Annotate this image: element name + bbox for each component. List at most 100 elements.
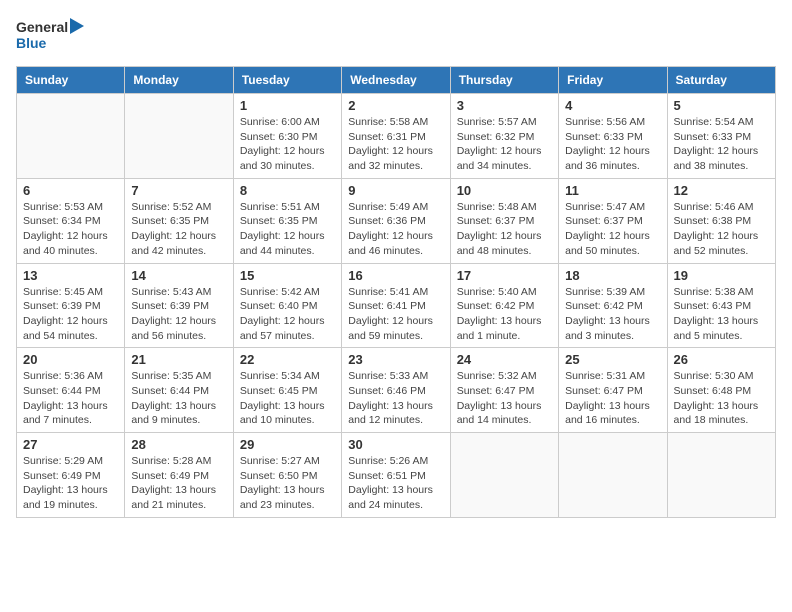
day-number: 24 bbox=[457, 352, 552, 367]
day-info: Sunrise: 5:42 AM Sunset: 6:40 PM Dayligh… bbox=[240, 285, 335, 344]
day-number: 20 bbox=[23, 352, 118, 367]
day-header-tuesday: Tuesday bbox=[233, 67, 341, 94]
calendar-cell: 16 Sunrise: 5:41 AM Sunset: 6:41 PM Dayli… bbox=[342, 263, 450, 348]
day-number: 1 bbox=[240, 98, 335, 113]
day-number: 5 bbox=[674, 98, 769, 113]
calendar-week-row: 13 Sunrise: 5:45 AM Sunset: 6:39 PM Dayli… bbox=[17, 263, 776, 348]
day-number: 9 bbox=[348, 183, 443, 198]
calendar-cell: 2 Sunrise: 5:58 AM Sunset: 6:31 PM Daylig… bbox=[342, 94, 450, 179]
day-info: Sunrise: 5:47 AM Sunset: 6:37 PM Dayligh… bbox=[565, 200, 660, 259]
day-info: Sunrise: 5:36 AM Sunset: 6:44 PM Dayligh… bbox=[23, 369, 118, 428]
calendar-cell: 5 Sunrise: 5:54 AM Sunset: 6:33 PM Daylig… bbox=[667, 94, 775, 179]
day-number: 28 bbox=[131, 437, 226, 452]
day-header-thursday: Thursday bbox=[450, 67, 558, 94]
calendar-cell: 15 Sunrise: 5:42 AM Sunset: 6:40 PM Dayli… bbox=[233, 263, 341, 348]
calendar-cell bbox=[17, 94, 125, 179]
day-number: 22 bbox=[240, 352, 335, 367]
day-info: Sunrise: 5:48 AM Sunset: 6:37 PM Dayligh… bbox=[457, 200, 552, 259]
calendar-cell: 24 Sunrise: 5:32 AM Sunset: 6:47 PM Dayli… bbox=[450, 348, 558, 433]
calendar-table: SundayMondayTuesdayWednesdayThursdayFrid… bbox=[16, 66, 776, 518]
day-info: Sunrise: 5:30 AM Sunset: 6:48 PM Dayligh… bbox=[674, 369, 769, 428]
calendar-cell: 17 Sunrise: 5:40 AM Sunset: 6:42 PM Dayli… bbox=[450, 263, 558, 348]
calendar-cell: 12 Sunrise: 5:46 AM Sunset: 6:38 PM Dayli… bbox=[667, 178, 775, 263]
page-header: GeneralBlue bbox=[16, 16, 776, 54]
calendar-cell: 22 Sunrise: 5:34 AM Sunset: 6:45 PM Dayli… bbox=[233, 348, 341, 433]
calendar-cell: 20 Sunrise: 5:36 AM Sunset: 6:44 PM Dayli… bbox=[17, 348, 125, 433]
calendar-cell: 10 Sunrise: 5:48 AM Sunset: 6:37 PM Dayli… bbox=[450, 178, 558, 263]
day-info: Sunrise: 5:28 AM Sunset: 6:49 PM Dayligh… bbox=[131, 454, 226, 513]
day-number: 13 bbox=[23, 268, 118, 283]
svg-text:General: General bbox=[16, 19, 68, 35]
day-number: 26 bbox=[674, 352, 769, 367]
calendar-cell bbox=[559, 433, 667, 518]
day-number: 17 bbox=[457, 268, 552, 283]
calendar-cell: 8Sunrise: 5:51 AM Sunset: 6:35 PM Daylig… bbox=[233, 178, 341, 263]
calendar-cell: 28 Sunrise: 5:28 AM Sunset: 6:49 PM Dayli… bbox=[125, 433, 233, 518]
day-number: 14 bbox=[131, 268, 226, 283]
day-number: 30 bbox=[348, 437, 443, 452]
calendar-week-row: 27 Sunrise: 5:29 AM Sunset: 6:49 PM Dayli… bbox=[17, 433, 776, 518]
day-number: 4 bbox=[565, 98, 660, 113]
day-info: Sunrise: 5:41 AM Sunset: 6:41 PM Dayligh… bbox=[348, 285, 443, 344]
calendar-cell: 11Sunrise: 5:47 AM Sunset: 6:37 PM Dayli… bbox=[559, 178, 667, 263]
day-info: Sunrise: 5:33 AM Sunset: 6:46 PM Dayligh… bbox=[348, 369, 443, 428]
day-number: 16 bbox=[348, 268, 443, 283]
calendar-cell: 4Sunrise: 5:56 AM Sunset: 6:33 PM Daylig… bbox=[559, 94, 667, 179]
logo: GeneralBlue bbox=[16, 16, 86, 54]
calendar-cell: 30 Sunrise: 5:26 AM Sunset: 6:51 PM Dayli… bbox=[342, 433, 450, 518]
day-info: Sunrise: 5:27 AM Sunset: 6:50 PM Dayligh… bbox=[240, 454, 335, 513]
day-info: Sunrise: 5:40 AM Sunset: 6:42 PM Dayligh… bbox=[457, 285, 552, 344]
calendar-cell: 29 Sunrise: 5:27 AM Sunset: 6:50 PM Dayli… bbox=[233, 433, 341, 518]
calendar-cell: 14 Sunrise: 5:43 AM Sunset: 6:39 PM Dayli… bbox=[125, 263, 233, 348]
day-info: Sunrise: 5:45 AM Sunset: 6:39 PM Dayligh… bbox=[23, 285, 118, 344]
calendar-cell bbox=[667, 433, 775, 518]
day-header-monday: Monday bbox=[125, 67, 233, 94]
day-info: Sunrise: 5:38 AM Sunset: 6:43 PM Dayligh… bbox=[674, 285, 769, 344]
calendar-cell: 6 Sunrise: 5:53 AM Sunset: 6:34 PM Daylig… bbox=[17, 178, 125, 263]
day-info: Sunrise: 5:31 AM Sunset: 6:47 PM Dayligh… bbox=[565, 369, 660, 428]
calendar-cell bbox=[450, 433, 558, 518]
day-header-wednesday: Wednesday bbox=[342, 67, 450, 94]
calendar-cell: 18 Sunrise: 5:39 AM Sunset: 6:42 PM Dayli… bbox=[559, 263, 667, 348]
day-info: Sunrise: 5:29 AM Sunset: 6:49 PM Dayligh… bbox=[23, 454, 118, 513]
day-number: 12 bbox=[674, 183, 769, 198]
day-number: 27 bbox=[23, 437, 118, 452]
calendar-cell: 19 Sunrise: 5:38 AM Sunset: 6:43 PM Dayli… bbox=[667, 263, 775, 348]
day-number: 21 bbox=[131, 352, 226, 367]
day-info: Sunrise: 5:53 AM Sunset: 6:34 PM Dayligh… bbox=[23, 200, 118, 259]
day-number: 6 bbox=[23, 183, 118, 198]
calendar-cell: 7 Sunrise: 5:52 AM Sunset: 6:35 PM Daylig… bbox=[125, 178, 233, 263]
day-number: 18 bbox=[565, 268, 660, 283]
day-number: 19 bbox=[674, 268, 769, 283]
day-info: Sunrise: 5:49 AM Sunset: 6:36 PM Dayligh… bbox=[348, 200, 443, 259]
day-info: Sunrise: 5:35 AM Sunset: 6:44 PM Dayligh… bbox=[131, 369, 226, 428]
day-number: 3 bbox=[457, 98, 552, 113]
day-info: Sunrise: 5:34 AM Sunset: 6:45 PM Dayligh… bbox=[240, 369, 335, 428]
day-number: 15 bbox=[240, 268, 335, 283]
calendar-cell: 9 Sunrise: 5:49 AM Sunset: 6:36 PM Daylig… bbox=[342, 178, 450, 263]
day-info: Sunrise: 5:54 AM Sunset: 6:33 PM Dayligh… bbox=[674, 115, 769, 174]
day-info: Sunrise: 5:52 AM Sunset: 6:35 PM Dayligh… bbox=[131, 200, 226, 259]
day-info: Sunrise: 5:58 AM Sunset: 6:31 PM Dayligh… bbox=[348, 115, 443, 174]
day-number: 29 bbox=[240, 437, 335, 452]
calendar-cell: 26 Sunrise: 5:30 AM Sunset: 6:48 PM Dayli… bbox=[667, 348, 775, 433]
day-info: Sunrise: 5:46 AM Sunset: 6:38 PM Dayligh… bbox=[674, 200, 769, 259]
calendar-week-row: 1Sunrise: 6:00 AM Sunset: 6:30 PM Daylig… bbox=[17, 94, 776, 179]
calendar-cell: 21 Sunrise: 5:35 AM Sunset: 6:44 PM Dayli… bbox=[125, 348, 233, 433]
calendar-cell: 25Sunrise: 5:31 AM Sunset: 6:47 PM Dayli… bbox=[559, 348, 667, 433]
day-info: Sunrise: 5:39 AM Sunset: 6:42 PM Dayligh… bbox=[565, 285, 660, 344]
day-info: Sunrise: 5:43 AM Sunset: 6:39 PM Dayligh… bbox=[131, 285, 226, 344]
calendar-week-row: 20 Sunrise: 5:36 AM Sunset: 6:44 PM Dayli… bbox=[17, 348, 776, 433]
day-number: 23 bbox=[348, 352, 443, 367]
calendar-cell: 1Sunrise: 6:00 AM Sunset: 6:30 PM Daylig… bbox=[233, 94, 341, 179]
day-info: Sunrise: 5:32 AM Sunset: 6:47 PM Dayligh… bbox=[457, 369, 552, 428]
calendar-cell: 13 Sunrise: 5:45 AM Sunset: 6:39 PM Dayli… bbox=[17, 263, 125, 348]
calendar-cell: 23 Sunrise: 5:33 AM Sunset: 6:46 PM Dayli… bbox=[342, 348, 450, 433]
svg-text:Blue: Blue bbox=[16, 35, 47, 51]
calendar-cell: 27 Sunrise: 5:29 AM Sunset: 6:49 PM Dayli… bbox=[17, 433, 125, 518]
day-number: 7 bbox=[131, 183, 226, 198]
day-info: Sunrise: 5:51 AM Sunset: 6:35 PM Dayligh… bbox=[240, 200, 335, 259]
day-info: Sunrise: 5:26 AM Sunset: 6:51 PM Dayligh… bbox=[348, 454, 443, 513]
day-number: 2 bbox=[348, 98, 443, 113]
day-number: 10 bbox=[457, 183, 552, 198]
